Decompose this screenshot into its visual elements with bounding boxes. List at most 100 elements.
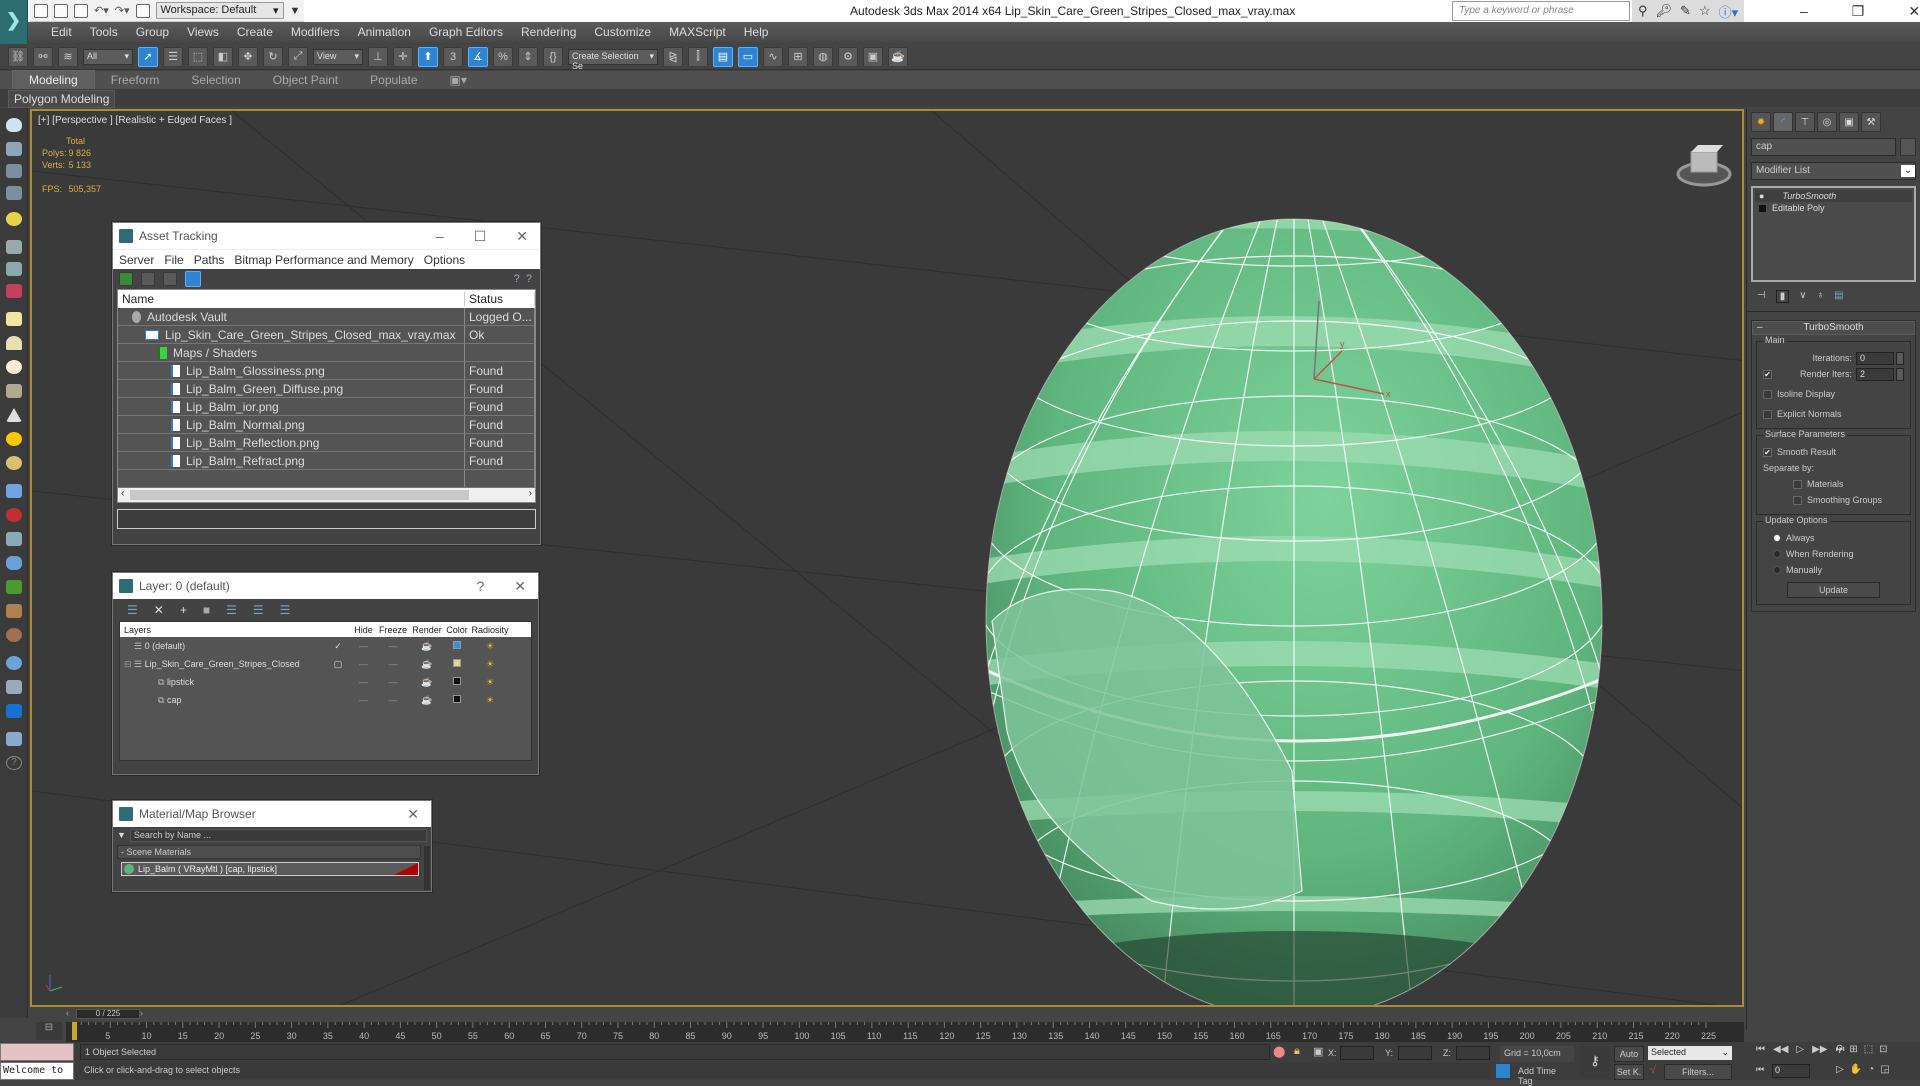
color-swatch[interactable] (453, 677, 461, 685)
current-frame-marker[interactable] (72, 1022, 77, 1040)
project-folder-icon[interactable] (135, 3, 150, 18)
column-status[interactable]: Status (465, 292, 535, 306)
make-unique-icon[interactable]: ∨ (1799, 290, 1806, 303)
render-setup-icon[interactable]: ⚙ (838, 46, 858, 67)
zoom-icon[interactable]: ⚲ (1836, 1044, 1843, 1055)
binoculars-icon[interactable]: ⚲ (1638, 3, 1648, 19)
expand-icon[interactable] (1759, 204, 1766, 212)
turbosmooth-rollout-header[interactable]: – TurboSmooth (1752, 321, 1915, 335)
layer-color-cell[interactable] (444, 641, 470, 651)
layer-explorer-icon[interactable] (6, 186, 22, 200)
rendered-frame-window-icon[interactable]: ▣ (863, 46, 883, 67)
close-button[interactable]: ✕ (1908, 3, 1920, 20)
material-editor-icon[interactable]: ◍ (813, 46, 833, 67)
spinner-arrows-icon[interactable] (1896, 351, 1904, 365)
undo-icon[interactable]: ↶▾ (94, 4, 109, 17)
menu-group[interactable]: Group (127, 25, 178, 39)
radiosity-icon[interactable]: ☀ (470, 695, 510, 706)
filters-button[interactable]: Filters... (1664, 1064, 1732, 1080)
explicit-normals-checkbox[interactable] (1763, 409, 1772, 419)
scene-explorer-icon[interactable] (6, 164, 22, 178)
align-icon[interactable]: ⫿ (688, 46, 708, 67)
menu-file[interactable]: File (164, 253, 183, 267)
manually-radio[interactable] (1773, 566, 1781, 574)
update-button[interactable]: Update (1787, 582, 1880, 598)
configure-modifier-sets-icon[interactable]: ▤ (1834, 290, 1843, 303)
layer-row[interactable]: ☰ 0 (default) ✓ — — ☕ ☀ (120, 637, 531, 655)
create-tab-icon[interactable]: ✹ (1751, 112, 1771, 132)
ambient-light-icon[interactable] (6, 456, 22, 470)
maxscript-listener-mini[interactable] (0, 1043, 74, 1061)
spinner-arrows-icon[interactable] (1896, 367, 1904, 381)
select-scale-icon[interactable]: ⤢ (288, 46, 308, 67)
menu-paths[interactable]: Paths (194, 253, 225, 267)
remove-modifier-icon[interactable]: ♁ (1817, 290, 1825, 303)
column-radiosity[interactable]: Radiosity (470, 625, 510, 635)
freeze-toggle[interactable]: — (376, 659, 410, 669)
menu-create[interactable]: Create (228, 25, 282, 39)
render-teapot-icon[interactable]: ☕ (410, 677, 444, 688)
auto-key-button[interactable]: Auto (1614, 1046, 1644, 1062)
select-objects-in-layer-icon[interactable]: ■ (203, 603, 210, 617)
column-freeze[interactable]: Freeze (376, 625, 410, 635)
stack-item-turbosmooth[interactable]: ● TurboSmooth (1755, 190, 1912, 202)
pivot-center-icon[interactable]: ⊥ (368, 46, 388, 67)
freeze-all-layers-icon[interactable]: ☰ (280, 603, 291, 617)
go-to-start-icon[interactable]: ⏮ (1756, 1044, 1765, 1055)
column-hide[interactable]: Hide (351, 625, 376, 635)
always-radio[interactable] (1773, 534, 1781, 542)
hide-toggle[interactable]: — (351, 641, 376, 651)
highlight-selected-layer-icon[interactable]: ☰ (226, 603, 237, 617)
absolute-mode-icon[interactable]: ▣ (1313, 1045, 1323, 1058)
mini-curve-editor-icon[interactable]: ⊟ (36, 1022, 62, 1040)
smooth-result-checkbox[interactable]: ✔ (1763, 447, 1772, 457)
radiosity-icon[interactable]: ☀ (470, 659, 510, 670)
previous-frame-icon[interactable]: ‹ (66, 1008, 69, 1018)
material-item[interactable]: Lip_Balm ( VRayMtl ) [cap, lipstick] (121, 862, 419, 876)
light-lister-icon[interactable] (6, 212, 22, 226)
hide-toggle[interactable]: — (351, 659, 376, 669)
dome-light-icon[interactable] (6, 336, 22, 350)
bind-space-warp-icon[interactable]: ≋ (58, 46, 78, 67)
layer-color-cell[interactable] (444, 659, 470, 669)
freeze-toggle[interactable]: — (376, 695, 410, 705)
workspace-dropdown[interactable]: Workspace: Default ▾ (155, 2, 284, 19)
reference-coordinate-dropdown[interactable]: View ▾ (313, 48, 363, 65)
render-teapot-icon[interactable]: ☕ (410, 695, 444, 706)
y-coordinate-field[interactable] (1398, 1046, 1432, 1060)
asset-row[interactable]: Autodesk Vault Logged O... (118, 308, 535, 326)
sphere-light-icon[interactable] (6, 360, 22, 374)
select-move-icon[interactable]: ✥ (238, 46, 258, 67)
camera-icon[interactable] (6, 240, 22, 254)
render-iters-checkbox[interactable]: ✔ (1763, 369, 1772, 379)
asset-row[interactable]: Lip_Balm_Green_Diffuse.png Found (118, 380, 535, 398)
asset-tracking-titlebar[interactable]: Asset Tracking – ☐ ✕ (113, 223, 540, 249)
material-sphere-icon[interactable] (6, 656, 22, 670)
menu-views[interactable]: Views (178, 25, 228, 39)
zoom-all-icon[interactable]: ⊞ (1849, 1044, 1857, 1055)
radiosity-icon[interactable]: ☀ (470, 677, 510, 688)
teapot-icon[interactable] (6, 118, 22, 132)
close-button[interactable]: ✕ (407, 806, 419, 823)
time-tag-icon[interactable] (1496, 1064, 1510, 1078)
tab-object-paint[interactable]: Object Paint (257, 71, 354, 89)
add-time-tag[interactable]: Add Time Tag (1514, 1064, 1574, 1086)
plane-light-icon[interactable] (6, 312, 22, 326)
asset-row[interactable]: Maps / Shaders (118, 344, 535, 362)
column-render[interactable]: Render (410, 625, 444, 635)
display-tab-icon[interactable]: ▣ (1839, 112, 1859, 132)
isolate-selection-icon[interactable]: ⬤ (1273, 1045, 1285, 1058)
sun-icon[interactable] (6, 432, 22, 446)
previous-frame-icon[interactable]: ◀◀ (1773, 1044, 1788, 1055)
column-color[interactable]: Color (444, 625, 470, 635)
orbit-icon[interactable]: ◔ (1868, 1064, 1874, 1075)
close-button[interactable]: ✕ (516, 228, 528, 245)
selection-filter-dropdown[interactable]: All ▾ (83, 48, 133, 65)
save-file-icon[interactable] (74, 3, 88, 18)
hierarchy-tab-icon[interactable]: ⊤ (1795, 112, 1815, 132)
field-of-view-icon[interactable]: ▷ (1836, 1064, 1844, 1075)
object-name-field[interactable]: cap (1751, 138, 1896, 156)
maximize-button[interactable]: ❐ (1852, 3, 1865, 20)
viewport-label-menu[interactable]: [+] [Perspective ] [Realistic + Edged Fa… (38, 115, 232, 126)
thumbnail-view-icon[interactable] (163, 272, 177, 286)
